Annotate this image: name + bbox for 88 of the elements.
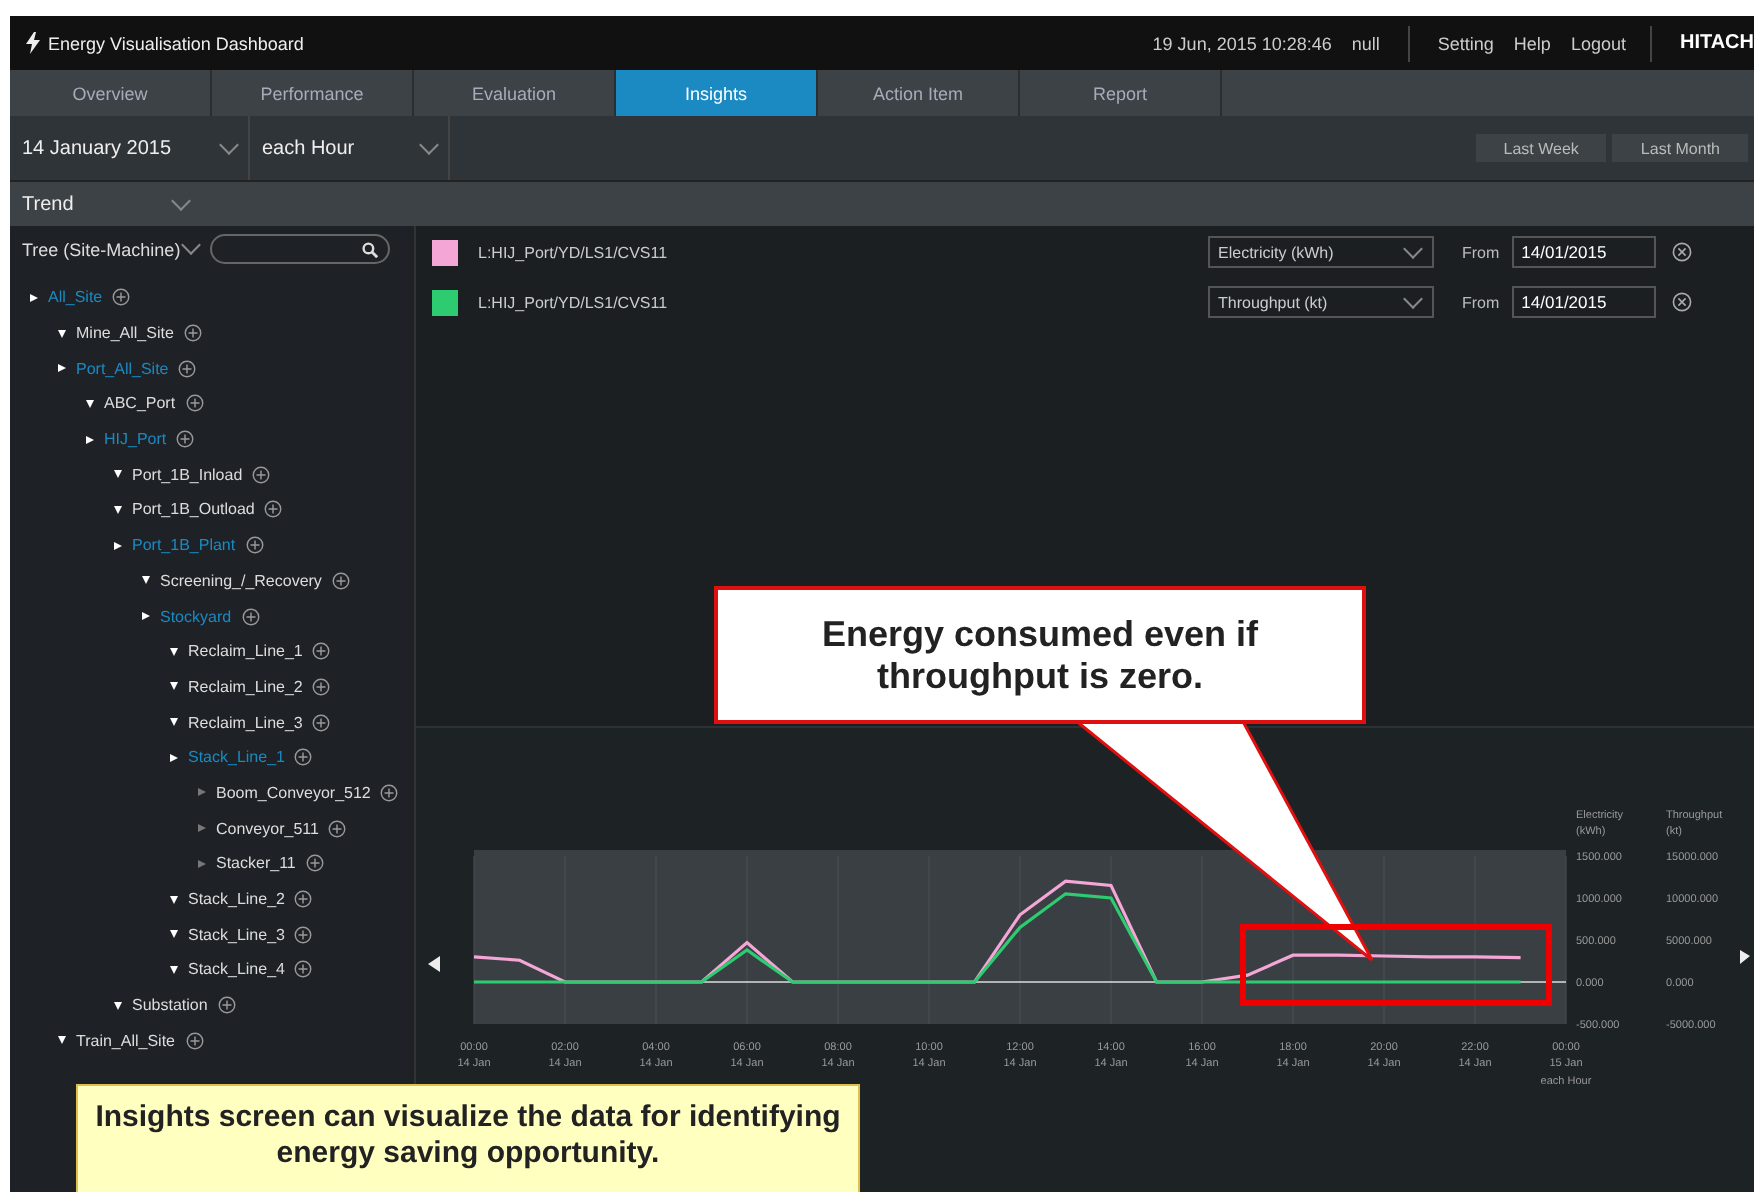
tree-item[interactable]: Reclaim_Line_2 [188,677,303,696]
add-icon[interactable] [380,783,399,802]
tree-item[interactable]: Reclaim_Line_3 [188,713,303,732]
expanded-arrow-icon[interactable] [86,399,94,408]
user-name: null [1351,33,1380,53]
add-icon[interactable] [183,324,202,343]
series-path: L:HIJ_Port/YD/LS1/CVS11 [478,293,670,311]
add-icon[interactable] [312,642,331,661]
view-dropdown[interactable]: Trend [10,182,200,226]
remove-icon[interactable] [1671,242,1692,262]
tree-item[interactable]: Stockyard [160,607,232,626]
expanded-arrow-icon[interactable] [142,576,150,585]
expanded-arrow-icon[interactable] [114,470,122,479]
search-field[interactable] [210,234,391,264]
date-dropdown[interactable]: 14 January 2015 [10,116,250,180]
period-button[interactable]: Last Month [1612,134,1748,162]
add-icon[interactable] [294,925,313,944]
tree-item[interactable]: ABC_Port [104,394,176,413]
add-icon[interactable] [305,854,324,873]
tree-item[interactable]: Boom_Conveyor_512 [216,783,371,802]
from-label: From [1462,243,1500,261]
tree-item[interactable]: Port_1B_Inload [132,465,243,484]
tree-item[interactable]: Stacker_11 [216,854,296,873]
expanded-arrow-icon[interactable] [114,505,122,514]
add-icon[interactable] [176,430,195,449]
measure-dropdown[interactable]: Throughput (kt) [1208,286,1434,318]
expanded-arrow-icon[interactable] [58,329,66,338]
add-icon[interactable] [245,536,264,555]
expanded-arrow-icon[interactable] [170,930,178,939]
add-icon[interactable] [312,713,331,732]
remove-icon[interactable] [1671,292,1692,312]
measure-dropdown[interactable]: Electricity (kWh) [1208,236,1434,268]
expanded-arrow-icon[interactable] [170,895,178,904]
from-date-field[interactable]: 14/01/2015 [1511,286,1656,318]
caption-note: Insights screen can visualize the data for identifying energy saving opportunity. [76,1084,860,1192]
lightning-icon [26,32,40,54]
header-link[interactable]: Help [1513,33,1551,53]
search-icon[interactable] [362,241,379,257]
app-title: Energy Visualisation Dashboard [48,33,304,53]
tree-item[interactable]: Stack_Line_3 [188,925,285,944]
add-icon[interactable] [331,571,350,590]
tree-item[interactable]: Conveyor_511 [216,819,319,838]
add-icon[interactable] [252,465,271,484]
add-icon[interactable] [264,500,283,519]
expanded-arrow-icon[interactable] [114,1001,122,1010]
callout-text: Energy consumed even if throughput is zero. [714,586,1366,724]
add-icon[interactable] [294,960,313,979]
expanded-arrow-icon[interactable] [170,682,178,691]
add-icon[interactable] [241,607,260,626]
add-icon[interactable] [294,748,313,767]
tree-item[interactable]: Port_1B_Plant [132,536,236,555]
interval-dropdown[interactable]: each Hour [250,116,450,180]
tree-item[interactable]: Stack_Line_2 [188,890,285,909]
next-arrow-icon[interactable] [1740,950,1750,964]
from-label: From [1462,293,1500,311]
add-icon[interactable] [312,677,331,696]
tree-item[interactable]: Screening_/_Recovery [160,571,322,590]
tree-item[interactable]: Mine_All_Site [76,324,174,343]
add-icon[interactable] [217,996,236,1015]
tree-item[interactable]: Reclaim_Line_1 [188,642,303,661]
header-link[interactable]: Logout [1570,33,1626,53]
previous-arrow-icon[interactable] [428,956,440,972]
period-button[interactable]: Last Week [1475,134,1607,162]
add-icon[interactable] [112,288,131,307]
tree-item[interactable]: Port_All_Site [76,359,169,378]
brand-logo: HITACH [1679,32,1754,54]
header-link[interactable]: Setting [1437,33,1494,53]
tree-item[interactable]: Port_1B_Outload [132,500,255,519]
tree-type-dropdown[interactable]: Tree (Site-Machine) [22,239,199,259]
expanded-arrow-icon[interactable] [170,647,178,656]
expanded-arrow-icon[interactable] [170,965,178,974]
nav-tab[interactable]: Insights [616,70,818,116]
tree-item[interactable]: HIJ_Port [104,430,167,449]
tree-item[interactable]: Train_All_Site [76,1031,176,1050]
date-time: 19 Jun, 2015 10:28:46 [1152,33,1332,53]
add-icon[interactable] [178,359,197,378]
tree-item[interactable]: All_Site [48,288,103,307]
from-date-field[interactable]: 14/01/2015 [1511,236,1656,268]
add-icon[interactable] [328,819,347,838]
expanded-arrow-icon[interactable] [58,1036,66,1045]
tree-item[interactable]: Stack_Line_4 [188,960,285,979]
expanded-arrow-icon[interactable] [170,718,178,727]
series-path: L:HIJ_Port/YD/LS1/CVS11 [478,243,670,261]
tree-item[interactable]: Substation [132,996,208,1015]
tree-item[interactable]: Stack_Line_1 [188,748,285,767]
add-icon[interactable] [185,394,204,413]
add-icon[interactable] [294,890,313,909]
add-icon[interactable] [185,1031,204,1050]
